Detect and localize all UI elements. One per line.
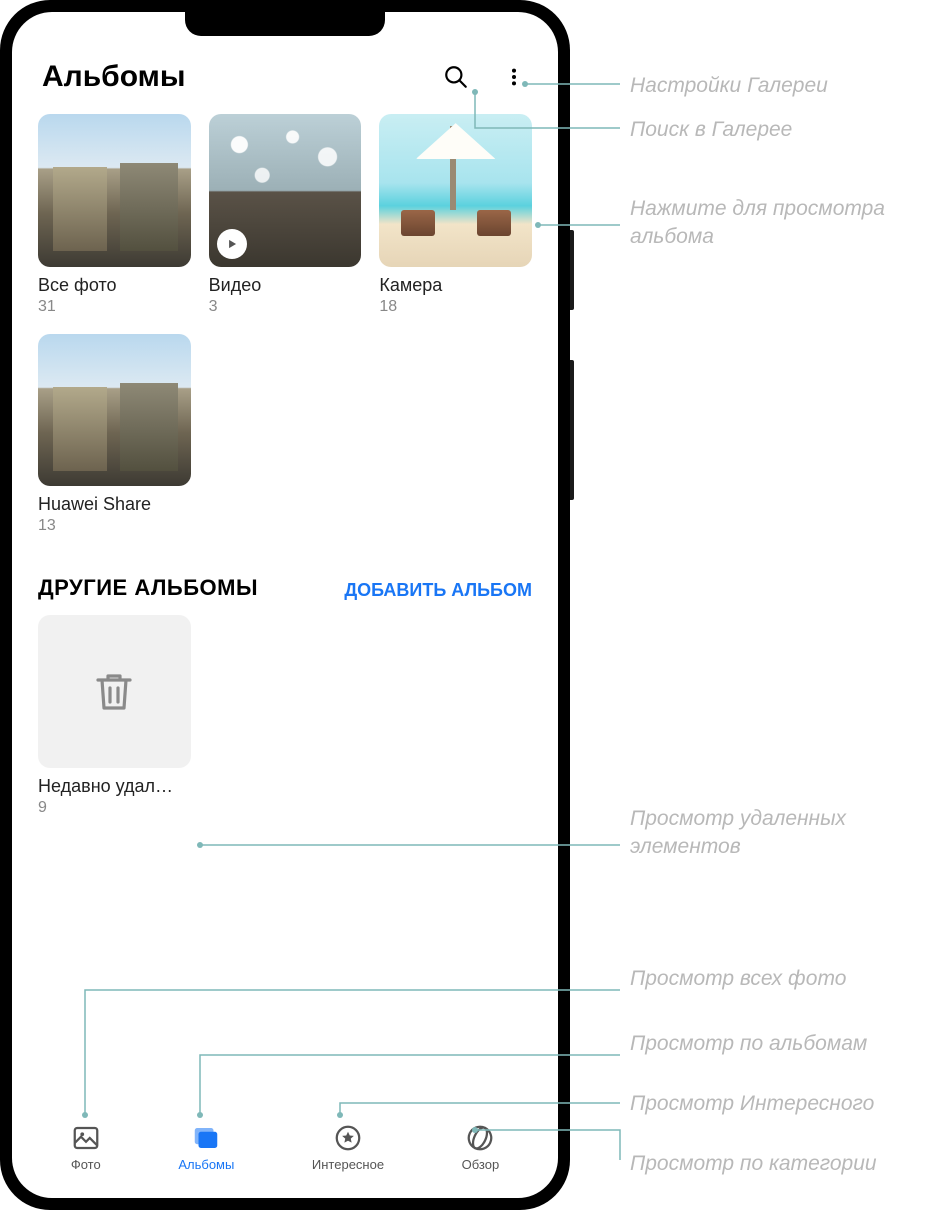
bottom-tabbar: Фото Альбомы Интересное Обзор [32, 1113, 538, 1188]
header-actions [442, 63, 528, 91]
tab-label: Обзор [462, 1157, 500, 1172]
callout-view-category: Просмотр по категории [630, 1150, 877, 1178]
albums-icon [191, 1123, 221, 1153]
callout-view-discover: Просмотр Интересного [630, 1090, 874, 1118]
album-count: 13 [38, 517, 191, 535]
album-camera[interactable]: Камера 18 [379, 114, 532, 316]
albums-grid: Все фото 31 Видео 3 Камера 18 [32, 114, 538, 535]
album-name: Недавно удал… [38, 776, 191, 797]
album-count: 9 [38, 799, 191, 817]
page-title: Альбомы [42, 60, 185, 94]
album-name: Камера [379, 275, 532, 296]
album-count: 18 [379, 298, 532, 316]
tab-label: Фото [71, 1157, 101, 1172]
callout-view-deleted: Просмотр удаленных элементов [630, 805, 920, 862]
callout-view-photos: Просмотр всех фото [630, 965, 846, 993]
section-title: ДРУГИЕ АЛЬБОМЫ [38, 575, 258, 601]
tab-label: Альбомы [178, 1157, 234, 1172]
album-thumbnail [209, 114, 362, 267]
album-name: Huawei Share [38, 494, 191, 515]
album-all-photos[interactable]: Все фото 31 [38, 114, 191, 316]
trash-icon [90, 668, 138, 716]
phone-notch [185, 12, 385, 36]
other-albums-grid: Недавно удал… 9 [32, 615, 538, 817]
star-circle-icon [333, 1123, 363, 1153]
tab-albums[interactable]: Альбомы [178, 1123, 234, 1172]
callout-search: Поиск в Галерее [630, 116, 792, 144]
app-header: Альбомы [32, 42, 538, 114]
album-thumbnail [38, 114, 191, 267]
tab-photos[interactable]: Фото [71, 1123, 101, 1172]
phone-screen: Альбомы Все фото 31 [12, 12, 558, 1198]
trash-thumbnail [38, 615, 191, 768]
album-count: 3 [209, 298, 362, 316]
callout-settings: Настройки Галереи [630, 72, 828, 100]
browse-icon [465, 1123, 495, 1153]
more-icon[interactable] [500, 63, 528, 91]
tab-label: Интересное [312, 1157, 384, 1172]
album-thumbnail [38, 334, 191, 487]
play-icon [217, 229, 247, 259]
album-name: Все фото [38, 275, 191, 296]
photo-icon [71, 1123, 101, 1153]
album-videos[interactable]: Видео 3 [209, 114, 362, 316]
add-album-button[interactable]: ДОБАВИТЬ АЛЬБОМ [344, 580, 532, 601]
album-recently-deleted[interactable]: Недавно удал… 9 [38, 615, 191, 817]
album-thumbnail [379, 114, 532, 267]
album-huawei-share[interactable]: Huawei Share 13 [38, 334, 191, 536]
tab-discover[interactable]: Интересное [312, 1123, 384, 1172]
album-name: Видео [209, 275, 362, 296]
phone-side-button [570, 360, 574, 500]
album-count: 31 [38, 298, 191, 316]
callout-view-albums: Просмотр по альбомам [630, 1030, 867, 1058]
callout-view-album: Нажмите для просмотра альбома [630, 195, 920, 252]
other-albums-header: ДРУГИЕ АЛЬБОМЫ ДОБАВИТЬ АЛЬБОМ [32, 535, 538, 615]
phone-side-button [570, 230, 574, 310]
search-icon[interactable] [442, 63, 470, 91]
phone-frame: Альбомы Все фото 31 [0, 0, 570, 1210]
tab-browse[interactable]: Обзор [462, 1123, 500, 1172]
